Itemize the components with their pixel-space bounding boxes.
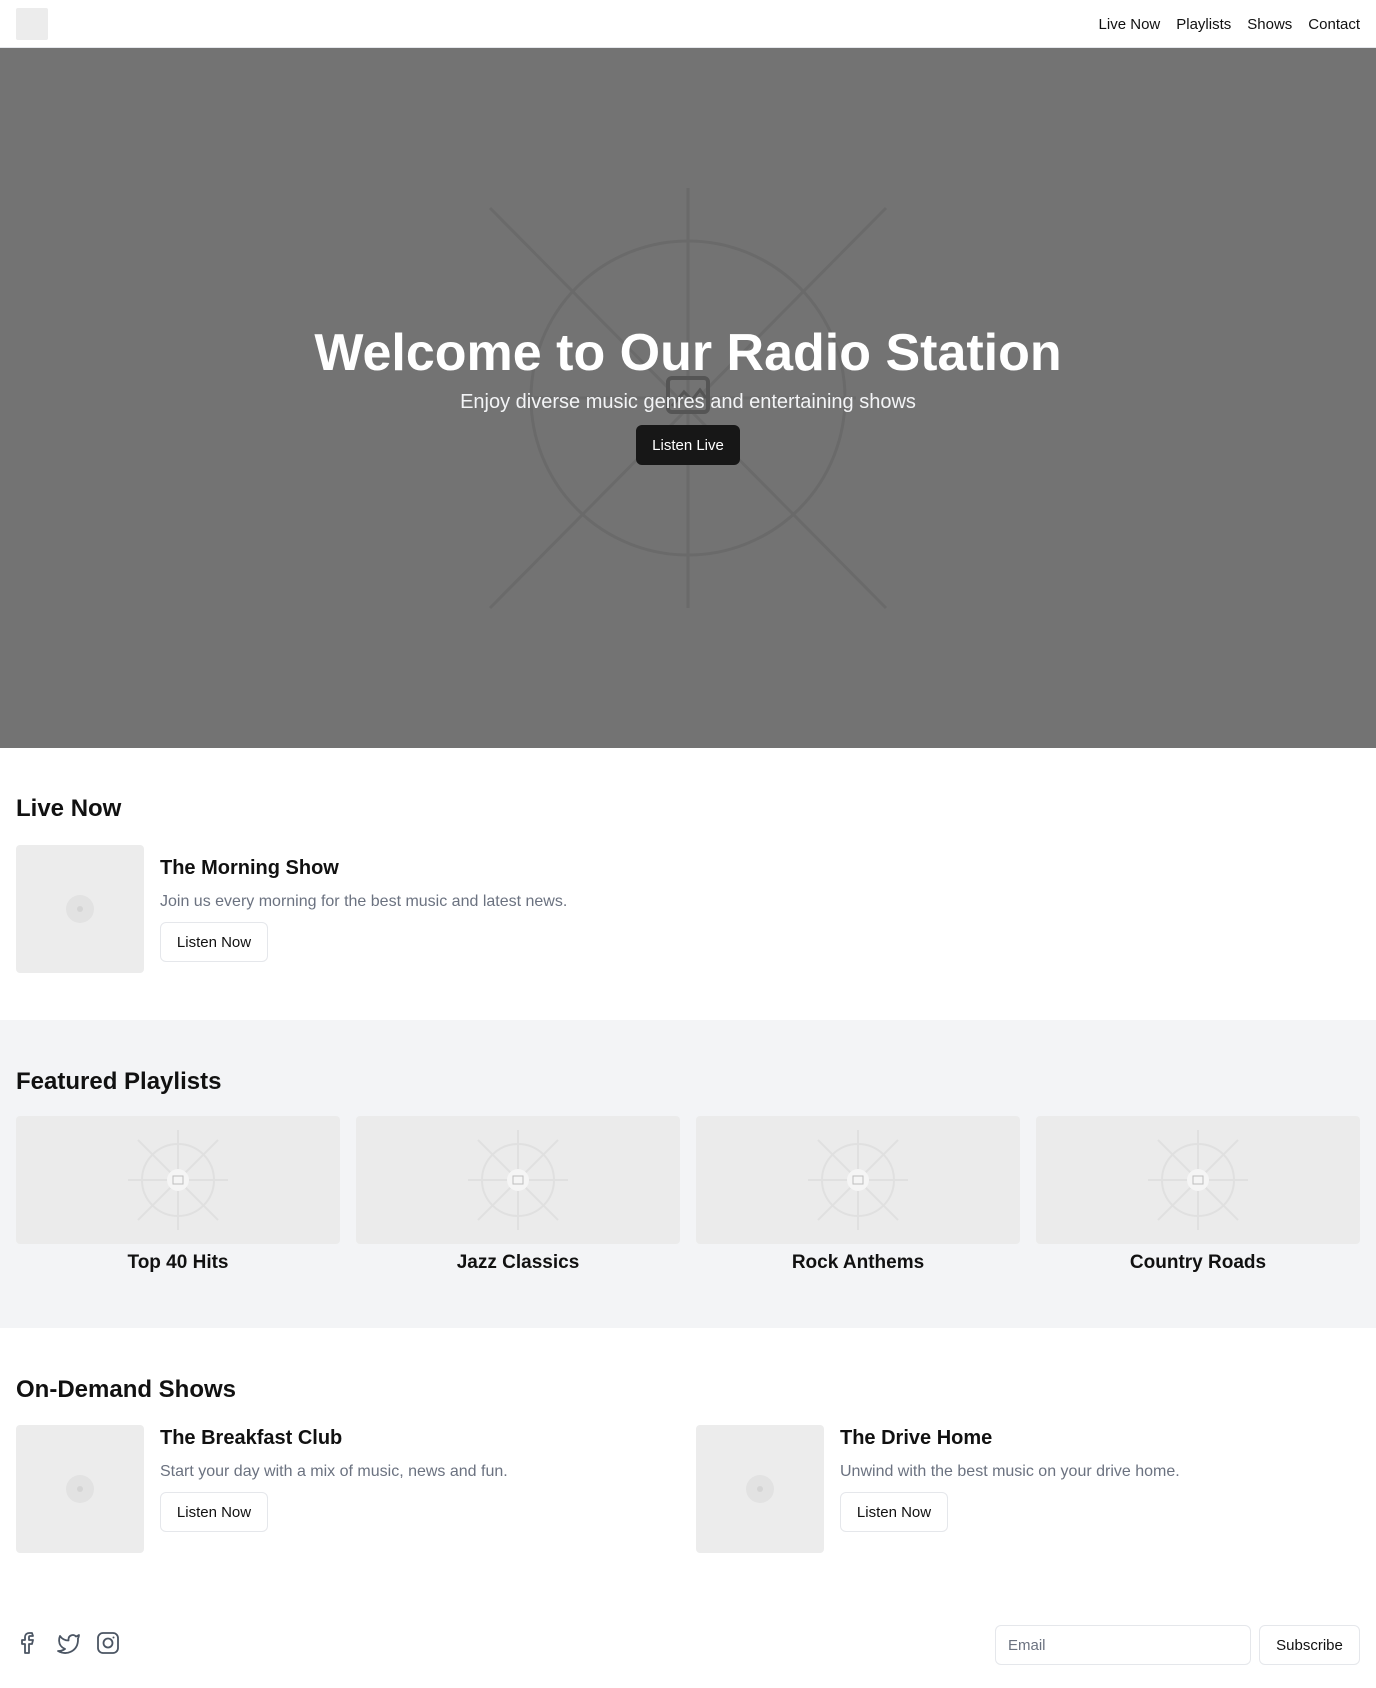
nav-live-now[interactable]: Live Now <box>1099 16 1161 33</box>
main-nav: Live Now Playlists Shows Contact <box>1099 0 1360 48</box>
breakfast-club-title: The Breakfast Club <box>160 1427 343 1449</box>
drive-home-title: The Drive Home <box>840 1427 993 1449</box>
hero-section: Welcome to Our Radio Station Enjoy diver… <box>0 48 1376 748</box>
playlist-card-image[interactable] <box>696 1116 1020 1244</box>
hero-subtitle: Enjoy diverse music genres and entertain… <box>460 391 916 413</box>
drive-home-description: Unwind with the best music on your drive… <box>840 1463 1180 1480</box>
live-now-heading: Live Now <box>16 795 122 822</box>
breakfast-club-description: Start your day with a mix of music, news… <box>160 1463 508 1480</box>
playlist-card-image[interactable] <box>1036 1116 1360 1244</box>
shows-heading: On-Demand Shows <box>16 1376 237 1403</box>
twitter-icon[interactable] <box>54 1629 82 1657</box>
facebook-icon[interactable] <box>15 1629 43 1657</box>
playlist-card-image[interactable] <box>16 1116 340 1244</box>
hero-title: Welcome to Our Radio Station <box>314 324 1062 382</box>
morning-show-title: The Morning Show <box>160 857 339 879</box>
playlist-name[interactable]: Country Roads <box>1036 1252 1360 1274</box>
playlist-name[interactable]: Jazz Classics <box>356 1252 680 1274</box>
nav-playlists[interactable]: Playlists <box>1176 16 1231 33</box>
playlist-card-image[interactable] <box>356 1116 680 1244</box>
playlists-heading: Featured Playlists <box>16 1068 222 1095</box>
logo[interactable] <box>16 8 48 40</box>
playlist-name[interactable]: Rock Anthems <box>696 1252 1020 1274</box>
morning-show-description: Join us every morning for the best music… <box>160 893 568 910</box>
drive-home-listen-button[interactable]: Listen Now <box>840 1492 948 1532</box>
morning-show-thumbnail <box>16 845 144 973</box>
subscribe-button[interactable]: Subscribe <box>1259 1625 1360 1665</box>
email-input[interactable] <box>995 1625 1251 1665</box>
playlist-name[interactable]: Top 40 Hits <box>16 1252 340 1274</box>
drive-home-thumbnail <box>696 1425 824 1553</box>
breakfast-club-thumbnail <box>16 1425 144 1553</box>
morning-show-listen-button[interactable]: Listen Now <box>160 922 268 962</box>
listen-live-button[interactable]: Listen Live <box>636 425 740 465</box>
site-header: Live Now Playlists Shows Contact <box>0 0 1376 48</box>
instagram-icon[interactable] <box>94 1629 122 1657</box>
breakfast-club-listen-button[interactable]: Listen Now <box>160 1492 268 1532</box>
nav-shows[interactable]: Shows <box>1247 16 1292 33</box>
nav-contact[interactable]: Contact <box>1308 16 1360 33</box>
